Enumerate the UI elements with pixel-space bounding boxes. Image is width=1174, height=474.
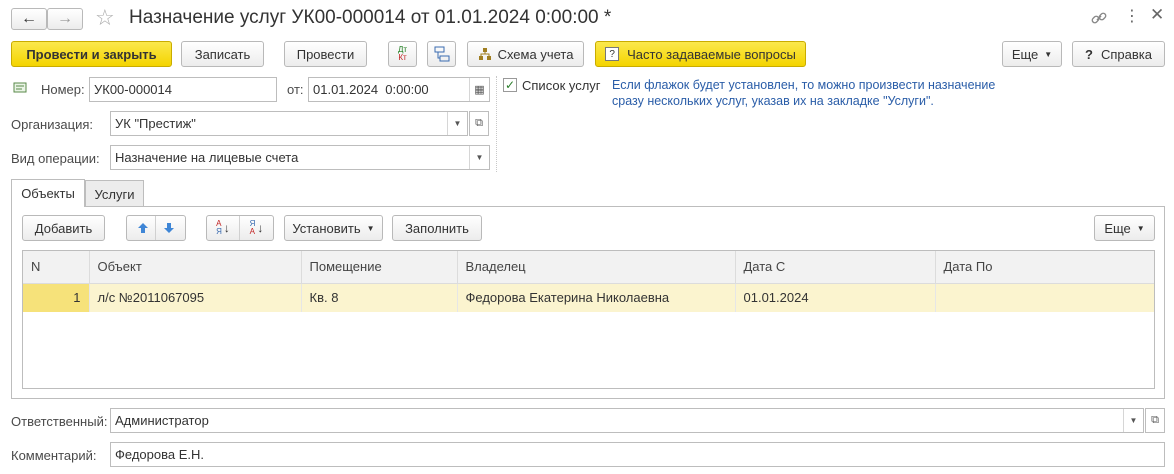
hint-line-2: сразу нескольких услуг, указав их на зак… — [612, 94, 934, 108]
arrow-down-icon — [164, 223, 174, 233]
number-label: Номер: — [41, 82, 85, 97]
arrow-left-icon: ← — [21, 10, 37, 27]
more-vert-icon[interactable]: ⋮ — [1124, 6, 1140, 28]
table-row[interactable]: 1 л/с №2011067095 Кв. 8 Федорова Екатери… — [23, 283, 1154, 312]
tab-objects[interactable]: Объекты — [11, 179, 85, 207]
op-value: Назначение на лицевые счета — [115, 150, 299, 165]
open-icon[interactable]: ⧉ — [1145, 408, 1165, 433]
move-buttons — [126, 215, 186, 241]
col-object-header[interactable]: Объект — [89, 251, 302, 284]
cell-n[interactable]: 1 — [23, 283, 90, 312]
question-icon: ? — [1085, 46, 1093, 62]
close-icon[interactable]: ✕ — [1150, 5, 1164, 25]
fill-button[interactable]: Заполнить — [392, 215, 482, 241]
col-n-header[interactable]: N — [23, 251, 90, 284]
col-date-from-header[interactable]: Дата С — [735, 251, 936, 284]
table-header-row: N Объект Помещение Владелец Дата С Дата … — [23, 251, 1154, 284]
more-button[interactable]: Еще ▼ — [1002, 41, 1062, 67]
org-label: Организация: — [11, 117, 94, 132]
comment-field[interactable]: Федорова Е.Н. — [110, 442, 1165, 467]
save-button[interactable]: Записать — [181, 41, 264, 67]
add-button[interactable]: Добавить — [22, 215, 105, 241]
chevron-down-icon: ▼ — [1044, 49, 1053, 59]
hint-line-1: Если флажок будет установлен, то можно п… — [612, 78, 996, 92]
sort-buttons: А Я ↓ Я А ↓ — [206, 215, 274, 241]
cell-date-to[interactable] — [935, 283, 1154, 312]
set-button[interactable]: Установить ▼ — [284, 215, 383, 241]
help-button[interactable]: ? Справка — [1072, 41, 1165, 67]
sort-asc-icon: АЯ — [216, 219, 222, 236]
structure-icon — [434, 46, 449, 62]
table-more-label: Еще — [1104, 220, 1131, 236]
post-button[interactable]: Провести — [284, 41, 367, 67]
op-label: Вид операции: — [11, 151, 100, 166]
open-icon[interactable]: ⧉ — [469, 111, 489, 136]
dt-kt-icon: Дт Кт — [397, 45, 408, 62]
help-label: Справка — [1100, 46, 1152, 62]
scheme-label: Схема учета — [497, 46, 574, 62]
check-icon: ✓ — [504, 78, 516, 92]
services-list-label: Список услуг — [522, 78, 601, 93]
chevron-down-icon[interactable]: ▼ — [1123, 409, 1143, 432]
separator — [496, 76, 497, 172]
cell-object[interactable]: л/с №2011067095 — [89, 283, 302, 312]
sort-asc-button[interactable]: А Я ↓ — [207, 216, 241, 240]
org-value: УК "Престиж" — [115, 116, 196, 131]
dt-kt-button[interactable]: Дт Кт — [388, 41, 417, 67]
date-value: 01.01.2024 0:00:00 — [313, 82, 429, 97]
sort-desc-icon: ЯА — [249, 219, 256, 236]
org-field[interactable]: УК "Престиж" ▼ — [110, 111, 468, 136]
chevron-down-icon: ▼ — [1136, 223, 1145, 233]
structure-button[interactable] — [427, 41, 456, 67]
cell-owner[interactable]: Федорова Екатерина Николаевна — [457, 283, 736, 312]
arrow-right-icon: → — [57, 10, 73, 27]
set-label: Установить — [292, 220, 361, 236]
question-icon: ? — [605, 47, 620, 61]
comment-label: Комментарий: — [11, 448, 97, 463]
chevron-down-icon[interactable]: ▼ — [447, 112, 467, 135]
col-room-header[interactable]: Помещение — [301, 251, 458, 284]
col-date-to-header[interactable]: Дата По — [935, 251, 1154, 284]
date-label: от: — [287, 82, 304, 97]
faq-label: Часто задаваемые вопросы — [627, 46, 796, 62]
tab-services[interactable]: Услуги — [85, 180, 144, 207]
responsible-field[interactable]: Администратор ▼ — [110, 408, 1144, 433]
date-field[interactable]: 01.01.2024 0:00:00 ▦ — [308, 77, 490, 102]
post-and-close-button[interactable]: Провести и закрыть — [11, 41, 172, 67]
forward-button[interactable]: → — [47, 8, 83, 30]
move-down-button[interactable] — [156, 216, 182, 240]
scheme-icon — [478, 48, 491, 60]
move-up-button[interactable] — [130, 216, 156, 240]
chevron-down-icon[interactable]: ▼ — [469, 146, 489, 169]
table-more-button[interactable]: Еще ▼ — [1094, 215, 1155, 241]
document-icon — [13, 82, 29, 96]
favorite-star-icon[interactable]: ☆ — [95, 5, 115, 31]
responsible-value: Администратор — [115, 413, 209, 428]
op-field[interactable]: Назначение на лицевые счета ▼ — [110, 145, 490, 170]
arrow-up-icon — [137, 223, 148, 233]
services-list-checkbox[interactable]: ✓ — [503, 78, 517, 92]
cell-room[interactable]: Кв. 8 — [301, 283, 458, 312]
back-button[interactable]: ← — [11, 8, 47, 30]
faq-button[interactable]: ? Часто задаваемые вопросы — [595, 41, 806, 67]
objects-table: N Объект Помещение Владелец Дата С Дата … — [22, 250, 1155, 389]
more-label: Еще — [1011, 46, 1039, 62]
cell-date-from[interactable]: 01.01.2024 — [735, 283, 936, 312]
sort-desc-button[interactable]: Я А ↓ — [240, 216, 273, 240]
col-owner-header[interactable]: Владелец — [457, 251, 736, 284]
calendar-icon[interactable]: ▦ — [469, 78, 489, 101]
responsible-label: Ответственный: — [11, 414, 108, 429]
scheme-button[interactable]: Схема учета — [467, 41, 584, 67]
number-field[interactable]: УК00-000014 — [89, 77, 277, 102]
link-icon[interactable] — [1090, 9, 1108, 27]
chevron-down-icon: ▼ — [366, 223, 375, 233]
page-title: Назначение услуг УК00-000014 от 01.01.20… — [129, 7, 612, 28]
